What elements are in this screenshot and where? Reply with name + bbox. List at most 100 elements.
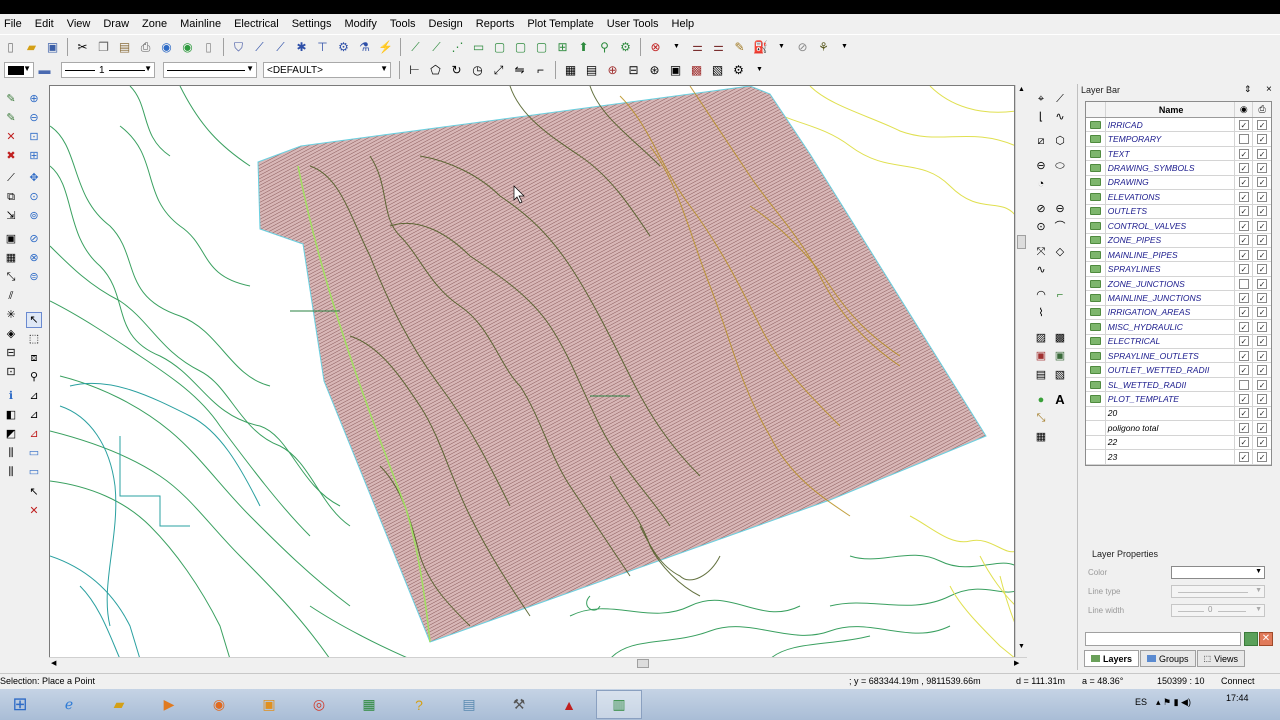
layer-row[interactable]: ELECTRICAL ✓ ✓ — [1086, 334, 1271, 349]
menu-file[interactable]: File — [4, 18, 22, 30]
layer-tool-icon[interactable]: ◧ — [3, 407, 19, 423]
arc-draw-icon[interactable]: ◠ — [1033, 287, 1049, 303]
chevron-down-icon[interactable]: ▼ — [752, 62, 768, 78]
picture-2-icon[interactable]: ▧ — [1052, 367, 1068, 383]
print-checkbox[interactable]: ✓ — [1257, 163, 1268, 174]
print-checkbox[interactable]: ✓ — [1257, 292, 1268, 303]
layer-name[interactable]: OUTLET_WETTED_RADII — [1106, 363, 1236, 377]
name-column-header[interactable]: Name — [1106, 102, 1236, 117]
mirror-icon[interactable]: ⇋ — [512, 62, 528, 78]
move-icon[interactable]: ⇲ — [3, 208, 19, 224]
layer-row[interactable]: DRAWING ✓ ✓ — [1086, 175, 1271, 191]
open-folder-icon[interactable]: ▰ — [24, 39, 40, 55]
text-icon[interactable]: A — [1052, 392, 1068, 408]
scroll-right-icon[interactable]: ▶ — [1014, 659, 1019, 667]
print-checkbox[interactable]: ✓ — [1257, 394, 1268, 405]
sprinkler-icon[interactable]: ✱ — [294, 39, 310, 55]
visibility-checkbox[interactable]: ✓ — [1238, 422, 1249, 433]
cancel-icon[interactable]: ⊗ — [648, 39, 664, 55]
print-checkbox[interactable]: ✓ — [1257, 321, 1268, 332]
layer-name[interactable]: OUTLETS — [1106, 204, 1236, 219]
zoom-in-icon[interactable]: ⊕ — [26, 91, 42, 107]
menu-design[interactable]: Design — [429, 18, 463, 30]
layer-name[interactable]: 23 — [1106, 450, 1236, 464]
freehand-icon[interactable]: ∿ — [1052, 109, 1068, 125]
image-icon[interactable]: ▣ — [1033, 348, 1049, 364]
new-file-icon[interactable]: ▯ — [3, 39, 19, 55]
layer-row[interactable]: ELEVATIONS ✓ ✓ — [1086, 190, 1271, 205]
grid-icon[interactable]: ▤ — [584, 62, 600, 78]
layer-row[interactable]: MISC_HYDRAULIC ✓ ✓ — [1086, 320, 1271, 335]
info-icon[interactable]: ℹ — [3, 388, 19, 404]
visibility-checkbox[interactable]: ✓ — [1238, 220, 1249, 231]
layer-row[interactable]: PLOT_TEMPLATE ✓ ✓ — [1086, 392, 1271, 407]
visibility-checkbox[interactable] — [1238, 134, 1249, 145]
chrome-icon[interactable]: ◎ — [296, 690, 342, 719]
print-checkbox[interactable]: ✓ — [1257, 365, 1268, 376]
green-box-icon[interactable]: ▭ — [471, 39, 487, 55]
curve-icon[interactable]: ⌒ — [1052, 219, 1068, 235]
layer-row[interactable]: DRAWING_SYMBOLS ✓ ✓ — [1086, 161, 1271, 176]
area-2-icon[interactable]: ▢ — [513, 39, 529, 55]
trim-green-icon[interactable]: ⌐ — [1052, 287, 1068, 303]
layer-row[interactable]: IRRIGATION_AREAS ✓ ✓ — [1086, 305, 1271, 321]
print-checkbox[interactable]: ✓ — [1257, 148, 1268, 159]
pour-icon[interactable]: ⛽ — [753, 39, 769, 55]
tab-groups[interactable]: Groups — [1140, 650, 1196, 667]
layer-row[interactable]: OUTLETS ✓ ✓ — [1086, 204, 1271, 220]
visibility-checkbox[interactable]: ✓ — [1238, 336, 1249, 347]
scroll-up-icon[interactable]: ▲ — [1018, 86, 1025, 93]
print-checkbox[interactable]: ✓ — [1257, 307, 1268, 318]
visibility-checkbox[interactable]: ✓ — [1238, 437, 1249, 448]
target-icon[interactable]: ⊛ — [647, 62, 663, 78]
valve-icon[interactable]: ⊤ — [315, 39, 331, 55]
polygon-draw-icon[interactable]: ⬡ — [1052, 133, 1068, 149]
layer-name[interactable]: 22 — [1106, 435, 1236, 450]
picture-icon[interactable]: ▤ — [1033, 367, 1049, 383]
irricad-icon[interactable]: ▥ — [596, 690, 642, 719]
line-icon[interactable]: ⟋ — [3, 170, 19, 186]
pipe-tool-2-icon[interactable]: ⟋ — [273, 39, 289, 55]
list-icon[interactable]: ▣ — [668, 62, 684, 78]
layer-row[interactable]: MAINLINE_PIPES ✓ ✓ — [1086, 247, 1271, 263]
break-icon[interactable]: ⊟ — [3, 345, 19, 361]
menu-electrical[interactable]: Electrical — [234, 18, 279, 30]
clock-icon[interactable]: ◷ — [470, 62, 486, 78]
chamfer-icon[interactable]: ⊡ — [3, 364, 19, 380]
tree-icon[interactable]: ⚘ — [816, 39, 832, 55]
layer-name[interactable]: DRAWING_SYMBOLS — [1106, 161, 1236, 175]
layer-row[interactable]: MAINLINE_JUNCTIONS ✓ ✓ — [1086, 291, 1271, 306]
menu-tools[interactable]: Tools — [390, 18, 416, 30]
chevron-down-icon[interactable]: ▼ — [837, 39, 853, 55]
visibility-checkbox[interactable]: ✓ — [1238, 249, 1249, 260]
layer-name[interactable]: DRAWING — [1106, 175, 1236, 190]
layer-name[interactable]: 20 — [1106, 406, 1236, 421]
print-checkbox[interactable]: ✓ — [1257, 336, 1268, 347]
layer-name[interactable]: TEMPORARY — [1106, 132, 1236, 146]
layer-row[interactable]: SL_WETTED_RADII ✓ — [1086, 377, 1271, 393]
diamond-icon[interactable]: ◇ — [1052, 244, 1068, 260]
area-icon[interactable]: ▢ — [492, 39, 508, 55]
zoom-window-icon[interactable]: ⊡ — [26, 129, 42, 145]
visibility-checkbox[interactable]: ✓ — [1238, 307, 1249, 318]
circle-3-icon[interactable]: ⊖ — [1052, 201, 1068, 217]
visibility-checkbox[interactable]: ✓ — [1238, 119, 1249, 130]
visibility-checkbox[interactable]: ✓ — [1238, 321, 1249, 332]
visibility-checkbox[interactable]: ✓ — [1238, 350, 1249, 361]
layer-row[interactable]: 23 ✓ ✓ — [1086, 450, 1271, 465]
rect-2-icon[interactable]: ▭ — [26, 464, 42, 480]
line-width-select[interactable]: 0 ▼ — [1171, 604, 1265, 617]
layer-row[interactable]: poligono total ✓ ✓ — [1086, 421, 1271, 436]
stretch-icon[interactable]: ⤡ — [3, 269, 19, 285]
layer-name[interactable]: CONTROL_VALVES — [1106, 219, 1236, 233]
vertical-scrollbar[interactable]: ▲ ▼ — [1015, 85, 1027, 658]
line-type-select[interactable]: ▼ — [1171, 585, 1265, 598]
chevron-down-icon[interactable]: ▼ — [669, 39, 685, 55]
visibility-checkbox[interactable]: ✓ — [1238, 235, 1249, 246]
layer-row[interactable]: TEXT ✓ ✓ — [1086, 146, 1271, 162]
circle-2-icon[interactable]: ⊘ — [1033, 201, 1049, 217]
edit-icon[interactable]: ✎ — [3, 110, 19, 126]
vertex-icon[interactable]: ⊿ — [26, 388, 42, 404]
point-icon[interactable]: ⌖ — [1033, 91, 1049, 107]
folder-icon[interactable]: ▰ — [96, 690, 142, 719]
